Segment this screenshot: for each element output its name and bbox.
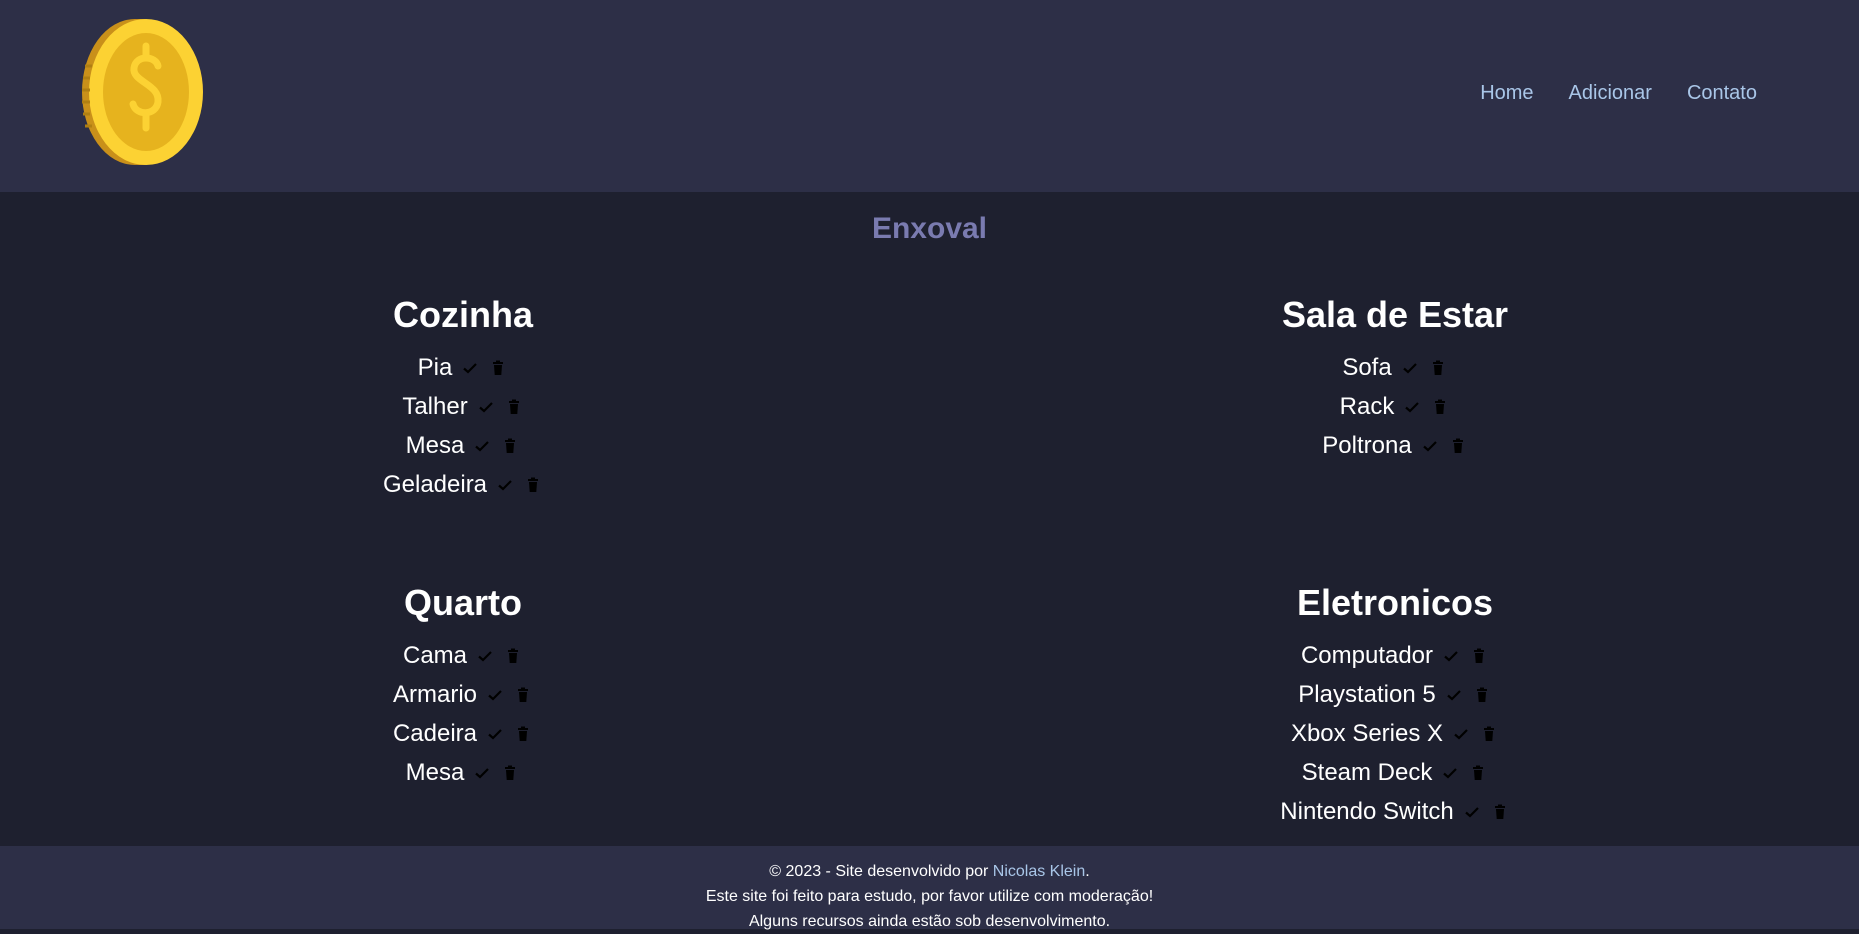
list-item: Computador [1095, 635, 1695, 674]
item-name: Cadeira [392, 720, 478, 748]
check-icon[interactable] [1441, 646, 1461, 666]
category-sala-de-estar: Sala de Estar Sofa Rack Poltrona [1095, 289, 1695, 464]
item-name: Rack [1339, 393, 1395, 421]
list-item: Talher [163, 386, 763, 425]
check-icon[interactable] [485, 724, 505, 744]
item-name: Steam Deck [1301, 759, 1433, 787]
trash-icon[interactable] [503, 646, 523, 666]
footer-credit-suffix: . [1085, 863, 1090, 880]
check-icon[interactable] [495, 475, 515, 495]
category-title: Sala de Estar [1281, 294, 1509, 335]
category-eletronicos: Eletronicos Computador Playstation 5 Xbo… [1095, 577, 1695, 830]
list-item: Pia [163, 347, 763, 386]
footer-study-notice: Este site foi feito para estudo, por fav… [705, 888, 1154, 905]
check-icon[interactable] [1400, 358, 1420, 378]
list-item: Sofa [1095, 347, 1695, 386]
category-title: Eletronicos [1296, 582, 1494, 623]
check-icon[interactable] [1451, 724, 1471, 744]
footer-dev-notice: Alguns recursos ainda estão sob desenvol… [748, 913, 1111, 930]
nav-adicionar-link[interactable]: Adicionar [1569, 82, 1652, 105]
trash-icon[interactable] [488, 358, 508, 378]
list-item: Nintendo Switch [1095, 791, 1695, 830]
trash-icon[interactable] [513, 724, 533, 744]
page-title: Enxoval [871, 212, 988, 245]
category-quarto: Quarto Cama Armario Cadeira Mesa [163, 577, 763, 791]
list-item: Geladeira [163, 464, 763, 503]
footer: © 2023 - Site desenvolvido por Nicolas K… [0, 846, 1859, 930]
trash-icon[interactable] [1448, 436, 1468, 456]
category-title: Quarto [403, 582, 522, 623]
trash-icon[interactable] [1469, 646, 1489, 666]
check-icon[interactable] [485, 685, 505, 705]
trash-icon[interactable] [513, 685, 533, 705]
item-name: Mesa [405, 759, 465, 787]
trash-icon[interactable] [1430, 397, 1450, 417]
item-name: Cama [402, 642, 468, 670]
category-title: Cozinha [393, 294, 533, 335]
item-name: Geladeira [382, 471, 488, 499]
trash-icon[interactable] [1472, 685, 1492, 705]
check-icon[interactable] [1444, 685, 1464, 705]
list-item: Rack [1095, 386, 1695, 425]
check-icon[interactable] [476, 397, 496, 417]
list-item: Cadeira [163, 713, 763, 752]
check-icon[interactable] [1440, 763, 1460, 783]
check-icon[interactable] [472, 436, 492, 456]
item-name: Sofa [1342, 354, 1392, 382]
item-name: Xbox Series X [1290, 720, 1444, 748]
list-item: Xbox Series X [1095, 713, 1695, 752]
category-cozinha: Cozinha Pia Talher Mesa Geladeira [163, 289, 763, 503]
list-item: Cama [163, 635, 763, 674]
trash-icon[interactable] [1479, 724, 1499, 744]
item-name: Talher [402, 393, 468, 421]
coin-dollar-icon[interactable] [78, 16, 210, 168]
footer-credit-prefix: © 2023 - Site desenvolvido por [769, 863, 993, 880]
author-link[interactable]: Nicolas Klein [993, 863, 1085, 880]
trash-icon[interactable] [1490, 802, 1510, 822]
list-item: Mesa [163, 425, 763, 464]
check-icon[interactable] [475, 646, 495, 666]
check-icon[interactable] [460, 358, 480, 378]
check-icon[interactable] [1420, 436, 1440, 456]
trash-icon[interactable] [1468, 763, 1488, 783]
nav-contato-link[interactable]: Contato [1687, 82, 1757, 105]
item-name: Pia [417, 354, 453, 382]
list-item: Playstation 5 [1095, 674, 1695, 713]
item-name: Nintendo Switch [1280, 798, 1454, 826]
nav-home-link[interactable]: Home [1480, 82, 1533, 105]
main-nav: Home Adicionar Contato [1480, 82, 1757, 105]
item-name: Poltrona [1322, 432, 1412, 460]
list-item: Mesa [163, 752, 763, 791]
footer-credit-line: © 2023 - Site desenvolvido por Nicolas K… [0, 859, 1859, 884]
check-icon[interactable] [472, 763, 492, 783]
header: Home Adicionar Contato [0, 0, 1859, 192]
check-icon[interactable] [1402, 397, 1422, 417]
list-item: Poltrona [1095, 425, 1695, 464]
item-name: Mesa [405, 432, 465, 460]
trash-icon[interactable] [1428, 358, 1448, 378]
trash-icon[interactable] [500, 763, 520, 783]
main-content: Enxoval Cozinha Pia Talher Mesa Geladeir… [0, 192, 1859, 846]
list-item: Steam Deck [1095, 752, 1695, 791]
list-item: Armario [163, 674, 763, 713]
item-name: Computador [1300, 642, 1434, 670]
check-icon[interactable] [1462, 802, 1482, 822]
item-name: Playstation 5 [1298, 681, 1436, 709]
trash-icon[interactable] [523, 475, 543, 495]
trash-icon[interactable] [500, 436, 520, 456]
trash-icon[interactable] [504, 397, 524, 417]
item-name: Armario [392, 681, 477, 709]
